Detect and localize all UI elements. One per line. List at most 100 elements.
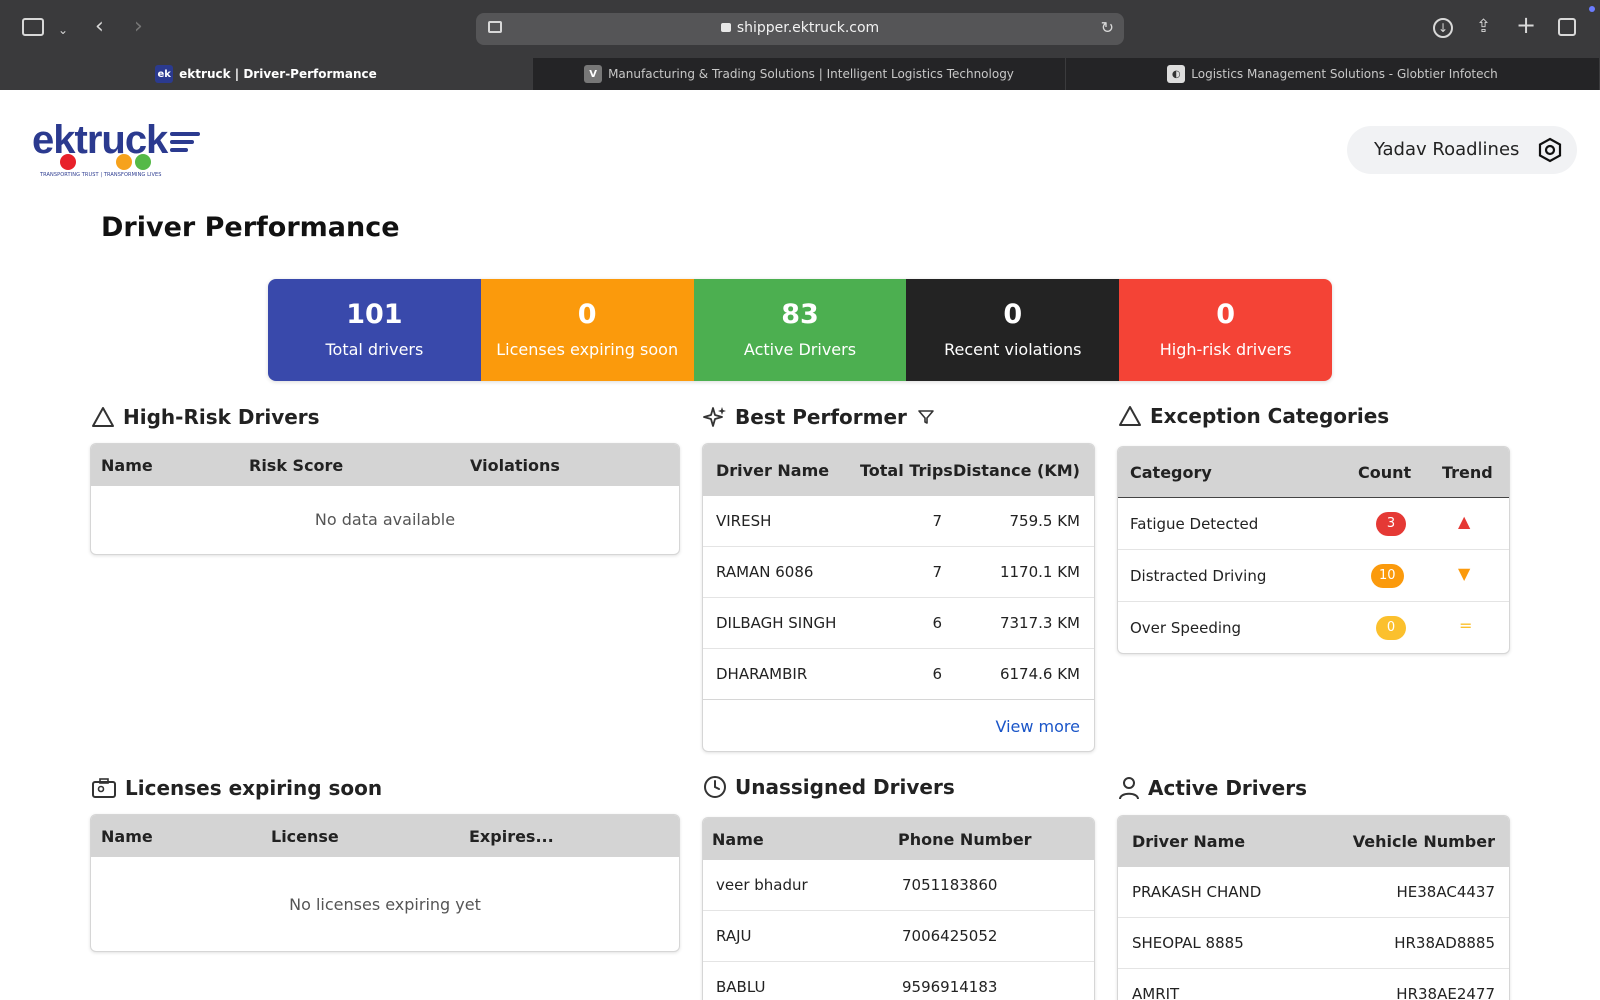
forward-icon[interactable]: › bbox=[134, 16, 143, 38]
col-total-trips[interactable]: Total Trips bbox=[860, 461, 953, 480]
col-license[interactable]: License bbox=[271, 827, 339, 846]
vehicle-number: HE38AC4437 bbox=[1396, 883, 1496, 901]
stat-label: High-risk drivers bbox=[1159, 340, 1292, 359]
distance: 1170.1 KM bbox=[999, 563, 1080, 581]
col-expires[interactable]: Expires... bbox=[469, 827, 554, 846]
table-row[interactable]: PRAKASH CHAND HE38AC4437 bbox=[1118, 867, 1509, 918]
col-name[interactable]: Name bbox=[101, 827, 153, 846]
logo-dot-orange bbox=[116, 154, 132, 170]
stat-total-drivers[interactable]: 101 Total drivers bbox=[268, 279, 481, 381]
driver-name: DILBAGH SINGH bbox=[716, 614, 837, 632]
driver-name: RAMAN 6086 bbox=[716, 563, 814, 581]
logo-tagline: TRANSPORTING TRUST | TRANSFORMING LIVES bbox=[40, 172, 162, 178]
distance: 6174.6 KM bbox=[999, 665, 1080, 683]
table-row[interactable]: RAJU 7006425052 bbox=[703, 911, 1094, 962]
table-header: Name Risk Score Violations bbox=[91, 444, 679, 486]
notification-dot bbox=[1589, 6, 1595, 12]
stat-label: Licenses expiring soon bbox=[496, 340, 679, 359]
table-row[interactable]: BABLU 9596914183 bbox=[703, 962, 1094, 1000]
table-header: Driver Name Total Trips Distance (KM) bbox=[703, 444, 1094, 496]
best-performer-title: Best Performer bbox=[703, 405, 943, 429]
tab-label: ektruck | Driver-Performance bbox=[179, 67, 377, 81]
stat-licenses-expiring[interactable]: 0 Licenses expiring soon bbox=[480, 279, 694, 381]
table-row[interactable]: DILBAGH SINGH 6 7317.3 KM bbox=[703, 598, 1094, 649]
col-trend[interactable]: Trend bbox=[1442, 463, 1493, 482]
tab-globtier[interactable]: ◐ Logistics Management Solutions - Globt… bbox=[1066, 58, 1600, 90]
col-driver-name[interactable]: Driver Name bbox=[1132, 832, 1245, 851]
table-row[interactable]: VIRESH 7 759.5 KM bbox=[703, 496, 1094, 547]
table-row[interactable]: Distracted Driving 10 ▼ bbox=[1118, 550, 1509, 602]
table-row[interactable]: veer bhadur 7051183860 bbox=[703, 860, 1094, 911]
table-header: Category Count Trend bbox=[1118, 447, 1509, 498]
new-tab-icon[interactable]: + bbox=[1516, 13, 1536, 37]
url-text: shipper.ektruck.com bbox=[736, 20, 880, 36]
warning-icon bbox=[1119, 406, 1141, 426]
driver-name: DHARAMBIR bbox=[716, 665, 808, 683]
distance: 759.5 KM bbox=[1009, 512, 1081, 530]
driver-name: AMRIT bbox=[1132, 985, 1180, 1000]
chevron-down-icon[interactable]: ⌄ bbox=[58, 20, 68, 40]
stat-value: 101 bbox=[346, 299, 403, 330]
reload-icon[interactable]: ↻ bbox=[1101, 18, 1114, 37]
address-bar[interactable]: shipper.ektruck.com ↻ bbox=[476, 13, 1124, 45]
tab-overview-icon[interactable] bbox=[1558, 18, 1576, 36]
col-phone-number[interactable]: Phone Number bbox=[898, 830, 1032, 849]
empty-message: No data available bbox=[314, 510, 456, 529]
download-icon[interactable]: ↓ bbox=[1433, 18, 1453, 38]
share-icon[interactable]: ⇪ bbox=[1476, 17, 1491, 37]
table-row[interactable]: Over Speeding 0 = bbox=[1118, 602, 1509, 653]
ektruck-logo[interactable]: ektruck TRANSPORTING TRUST | TRANSFORMIN… bbox=[32, 120, 202, 182]
section-title-text: High-Risk Drivers bbox=[123, 405, 320, 429]
table-row[interactable]: RAMAN 6086 7 1170.1 KM bbox=[703, 547, 1094, 598]
exception-categories-title: Exception Categories bbox=[1118, 404, 1389, 428]
table-row[interactable]: DHARAMBIR 6 6174.6 KM bbox=[703, 649, 1094, 700]
stat-label: Active Drivers bbox=[743, 340, 857, 359]
col-distance[interactable]: Distance (KM) bbox=[953, 461, 1080, 480]
table-row[interactable]: Fatigue Detected 3 ▲ bbox=[1118, 498, 1509, 550]
section-title-text: Licenses expiring soon bbox=[125, 776, 383, 800]
table-header: Name License Expires... bbox=[91, 815, 679, 857]
page-title: Driver Performance bbox=[101, 212, 400, 243]
col-name[interactable]: Name bbox=[101, 456, 153, 475]
col-name[interactable]: Name bbox=[712, 830, 764, 849]
settings-hex-icon[interactable] bbox=[1537, 137, 1563, 163]
tab-manufacturing[interactable]: V Manufacturing & Trading Solutions | In… bbox=[533, 58, 1066, 90]
tab-bar: ek ektruck | Driver-Performance V Manufa… bbox=[0, 58, 1600, 90]
col-vehicle-number[interactable]: Vehicle Number bbox=[1353, 832, 1495, 851]
tab-label: Manufacturing & Trading Solutions | Inte… bbox=[608, 67, 1014, 81]
licenses-table: Name License Expires... No licenses expi… bbox=[90, 814, 680, 952]
section-title-text: Best Performer bbox=[735, 405, 907, 429]
col-count[interactable]: Count bbox=[1358, 463, 1411, 482]
trend-down-icon: ▼ bbox=[1458, 564, 1471, 583]
col-category[interactable]: Category bbox=[1130, 463, 1212, 482]
stat-active-drivers[interactable]: 83 Active Drivers bbox=[693, 279, 907, 381]
stat-high-risk-drivers[interactable]: 0 High-risk drivers bbox=[1119, 279, 1332, 381]
section-title-text: Active Drivers bbox=[1148, 776, 1308, 800]
browser-toolbar: ⌄ ‹ › shipper.ektruck.com ↻ ↓ ⇪ + bbox=[0, 0, 1600, 58]
driver-name: RAJU bbox=[716, 927, 752, 945]
ektruck-favicon-icon: ek bbox=[155, 65, 174, 83]
sidebar-toggle-icon[interactable] bbox=[22, 18, 44, 36]
table-header: Driver Name Vehicle Number bbox=[1118, 816, 1509, 867]
company-selector[interactable]: Yadav Roadlines bbox=[1347, 126, 1577, 174]
filter-icon[interactable] bbox=[917, 409, 935, 425]
total-trips: 6 bbox=[932, 614, 942, 632]
exception-categories-table: Category Count Trend Fatigue Detected 3 … bbox=[1117, 446, 1510, 654]
table-row[interactable]: SHEOPAL 8885 HR38AD8885 bbox=[1118, 918, 1509, 969]
table-row[interactable]: AMRIT HR38AE2477 bbox=[1118, 969, 1509, 1000]
high-risk-table: Name Risk Score Violations No data avail… bbox=[90, 443, 680, 555]
trend-flat-icon: = bbox=[1459, 616, 1473, 635]
col-risk-score[interactable]: Risk Score bbox=[249, 456, 343, 475]
view-more-link[interactable]: View more bbox=[996, 717, 1081, 736]
category-name: Over Speeding bbox=[1130, 619, 1242, 637]
user-icon bbox=[1119, 777, 1139, 800]
total-trips: 7 bbox=[932, 563, 942, 581]
stat-recent-violations[interactable]: 0 Recent violations bbox=[906, 279, 1120, 381]
col-driver-name[interactable]: Driver Name bbox=[716, 461, 829, 480]
phone-number: 9596914183 bbox=[902, 978, 998, 996]
tab-ektruck[interactable]: ek ektruck | Driver-Performance bbox=[0, 58, 533, 90]
col-violations[interactable]: Violations bbox=[470, 456, 560, 475]
active-drivers-table: Driver Name Vehicle Number PRAKASH CHAND… bbox=[1117, 815, 1510, 1000]
distance: 7317.3 KM bbox=[999, 614, 1080, 632]
back-icon[interactable]: ‹ bbox=[95, 16, 104, 38]
